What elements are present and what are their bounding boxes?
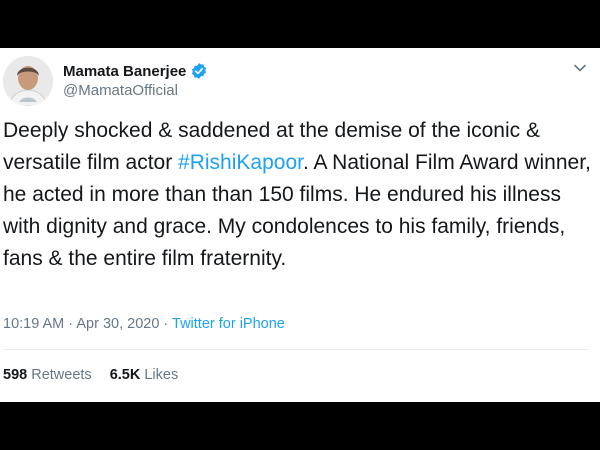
likes-count: 6.5K — [109, 367, 141, 383]
tweet-meta: 10:19 AM · Apr 30, 2020 · Twitter for iP… — [3, 316, 285, 332]
chevron-down-icon[interactable] — [572, 60, 588, 76]
hashtag-link[interactable]: #RishiKapoor — [178, 151, 303, 174]
likes-label: Likes — [144, 367, 179, 383]
tweet-text: Deeply shocked & saddened at the demise … — [3, 115, 595, 275]
likes-stat[interactable]: 6.5K Likes — [110, 367, 179, 383]
avatar-image — [3, 56, 53, 106]
author-handle[interactable]: @MamataOfficial — [63, 82, 178, 99]
tweet-source-link[interactable]: Twitter for iPhone — [172, 316, 285, 332]
retweets-label: Retweets — [31, 367, 92, 383]
verified-badge-icon — [190, 62, 208, 80]
tweet-time[interactable]: 10:19 AM — [3, 316, 64, 332]
meta-separator: · — [64, 316, 77, 332]
retweets-stat[interactable]: 598 Retweets — [3, 367, 92, 383]
meta-separator: · — [159, 316, 173, 332]
divider — [3, 349, 588, 350]
avatar[interactable] — [3, 56, 53, 106]
tweet-stats: 598 Retweets 6.5K Likes — [3, 367, 178, 383]
tweet-card: Mamata Banerjee @MamataOfficial Deeply s… — [0, 48, 600, 402]
retweets-count: 598 — [3, 367, 28, 383]
author-row: Mamata Banerjee — [63, 62, 208, 80]
tweet-date[interactable]: Apr 30, 2020 — [76, 316, 159, 332]
author-name[interactable]: Mamata Banerjee — [63, 63, 186, 80]
